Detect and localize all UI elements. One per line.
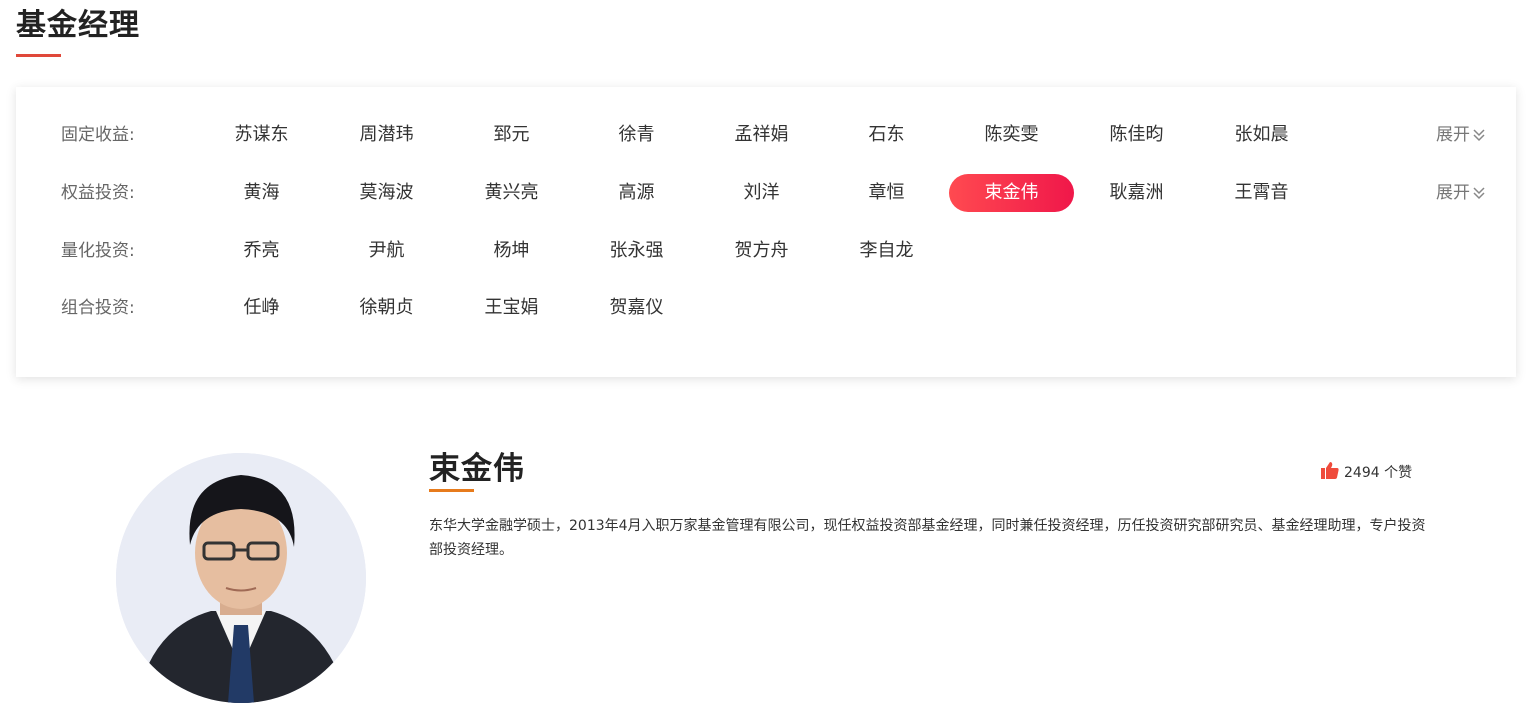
filter-row-quant: 量化投资: 乔亮 尹航 杨坤 张永强 贺方舟 李自龙 xyxy=(16,232,1516,270)
expand-button[interactable]: 展开 xyxy=(1436,116,1486,154)
manager-item[interactable]: 章恒 xyxy=(824,174,949,212)
category-label: 固定收益: xyxy=(61,125,135,145)
manager-item[interactable]: 任峥 xyxy=(199,289,324,327)
manager-bio: 东华大学金融学硕士，2013年4月入职万家基金管理有限公司，现任权益投资部基金经… xyxy=(429,518,1426,558)
avatar-portrait-image xyxy=(116,453,366,703)
double-chevron-down-icon xyxy=(1473,129,1485,142)
manager-item[interactable]: 黄海 xyxy=(199,174,324,212)
manager-item[interactable]: 陈佳昀 xyxy=(1074,116,1199,154)
manager-item[interactable]: 张如晨 xyxy=(1199,116,1324,154)
page-title: 基金经理 xyxy=(16,8,140,43)
manager-item[interactable]: 耿嘉洲 xyxy=(1074,174,1199,212)
manager-item[interactable]: 尹航 xyxy=(324,232,449,270)
manager-item[interactable]: 王宝娟 xyxy=(449,289,574,327)
likes-count: 2494 xyxy=(1344,465,1380,481)
manager-item[interactable]: 徐青 xyxy=(574,116,699,154)
manager-avatar xyxy=(116,453,366,703)
filter-row-portfolio: 组合投资: 任峥 徐朝贞 王宝娟 贺嘉仪 xyxy=(16,289,1516,327)
manager-item[interactable]: 杨坤 xyxy=(449,232,574,270)
manager-item[interactable]: 张永强 xyxy=(574,232,699,270)
title-underline xyxy=(16,54,61,57)
manager-item[interactable]: 苏谋东 xyxy=(199,116,324,154)
likes-unit: 个赞 xyxy=(1384,465,1413,481)
expand-label: 展开 xyxy=(1436,183,1470,203)
likes-button[interactable]: 2494 个赞 xyxy=(1320,460,1412,483)
manager-name: 束金伟 xyxy=(429,451,525,487)
name-underline xyxy=(429,489,474,492)
manager-item[interactable]: 石东 xyxy=(824,116,949,154)
manager-item[interactable]: 贺嘉仪 xyxy=(574,289,699,327)
thumbs-up-icon xyxy=(1321,462,1339,479)
expand-button[interactable]: 展开 xyxy=(1436,174,1486,212)
filter-row-fixed-income: 固定收益: 苏谋东 周潜玮 郅元 徐青 孟祥娟 石东 陈奕雯 陈佳昀 张如晨 展… xyxy=(16,116,1516,154)
filter-row-equity: 权益投资: 黄海 莫海波 黄兴亮 高源 刘洋 章恒 束金伟 耿嘉洲 王霄音 展开 xyxy=(16,174,1516,212)
manager-item[interactable]: 黄兴亮 xyxy=(449,174,574,212)
manager-item[interactable]: 李自龙 xyxy=(824,232,949,270)
manager-item[interactable]: 徐朝贞 xyxy=(324,289,449,327)
manager-item[interactable]: 周潜玮 xyxy=(324,116,449,154)
category-label: 量化投资: xyxy=(61,241,135,261)
manager-item[interactable]: 王霄音 xyxy=(1199,174,1324,212)
manager-item-selected[interactable]: 束金伟 xyxy=(949,174,1074,212)
manager-item[interactable]: 刘洋 xyxy=(699,174,824,212)
manager-filter-panel: 固定收益: 苏谋东 周潜玮 郅元 徐青 孟祥娟 石东 陈奕雯 陈佳昀 张如晨 展… xyxy=(16,87,1516,377)
double-chevron-down-icon xyxy=(1473,187,1485,200)
manager-item[interactable]: 乔亮 xyxy=(199,232,324,270)
manager-item[interactable]: 郅元 xyxy=(449,116,574,154)
category-label: 权益投资: xyxy=(61,183,135,203)
manager-item[interactable]: 孟祥娟 xyxy=(699,116,824,154)
category-label: 组合投资: xyxy=(61,298,135,318)
manager-item[interactable]: 高源 xyxy=(574,174,699,212)
manager-item[interactable]: 陈奕雯 xyxy=(949,116,1074,154)
expand-label: 展开 xyxy=(1436,125,1470,145)
manager-item[interactable]: 贺方舟 xyxy=(699,232,824,270)
manager-item[interactable]: 莫海波 xyxy=(324,174,449,212)
